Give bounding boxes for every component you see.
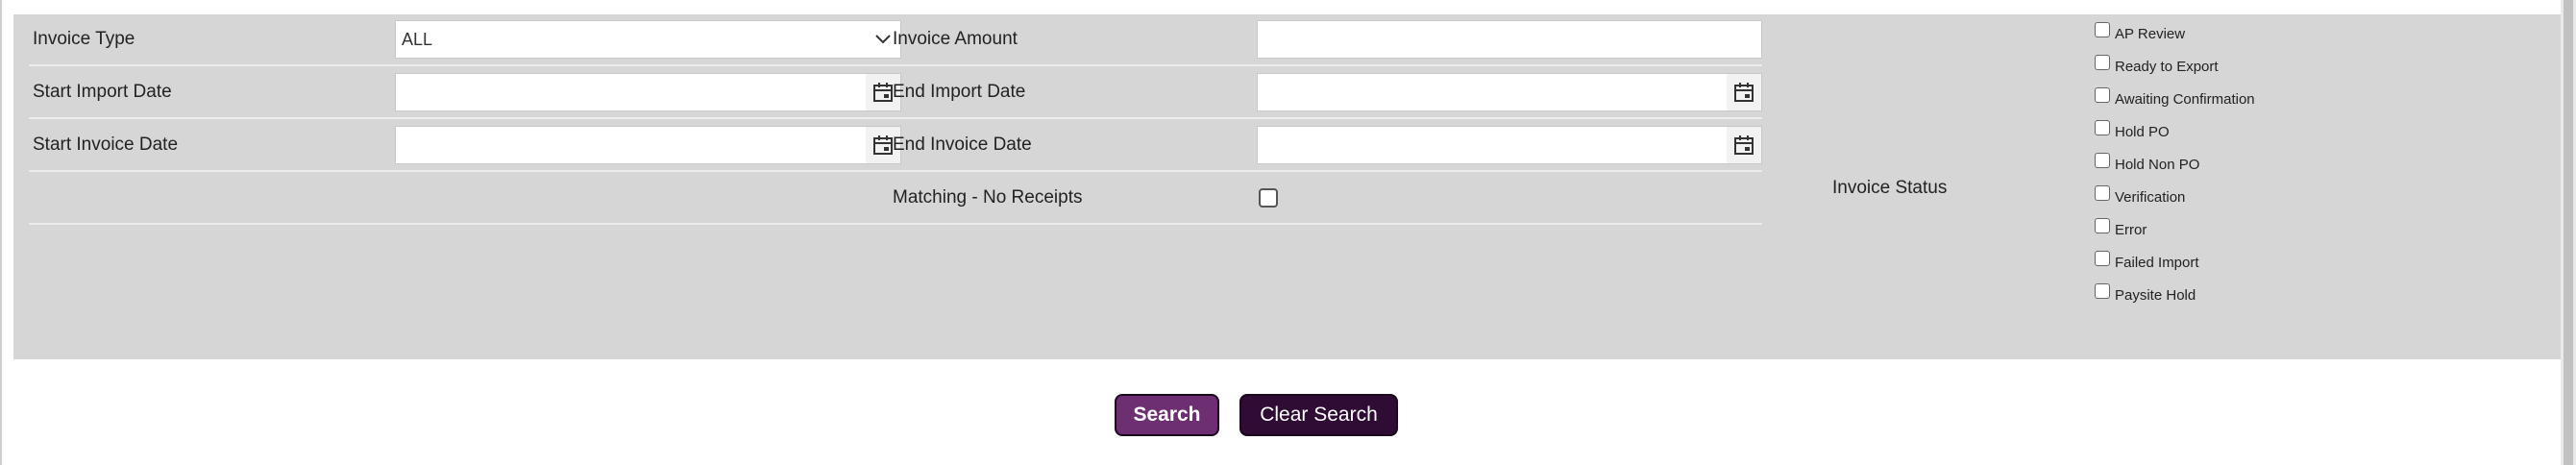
status-option-label: Hold PO xyxy=(2115,124,2170,140)
invoice-type-value: ALL xyxy=(402,30,433,49)
checkbox[interactable] xyxy=(2095,120,2110,135)
status-option-label: Error xyxy=(2115,222,2147,238)
row-divider xyxy=(29,64,1762,66)
top-strip xyxy=(13,0,2562,14)
invoice-amount-label: Invoice Amount xyxy=(893,29,1018,49)
calendar-icon[interactable] xyxy=(1727,74,1761,110)
start-invoice-date-input[interactable] xyxy=(395,126,901,164)
status-option-label: Verification xyxy=(2115,189,2186,206)
end-import-date-label: End Import Date xyxy=(893,82,1026,102)
chevron-down-icon xyxy=(875,35,891,44)
invoice-status-label: Invoice Status xyxy=(1832,178,1948,198)
end-invoice-date-input[interactable] xyxy=(1257,126,1762,164)
status-option-label: AP Review xyxy=(2115,26,2186,42)
page-border xyxy=(0,0,2,465)
invoice-type-label: Invoice Type xyxy=(33,29,135,49)
row-divider xyxy=(29,170,1762,172)
calendar-icon[interactable] xyxy=(1727,127,1761,163)
status-option-label: Paysite Hold xyxy=(2115,287,2196,304)
status-option-label: Awaiting Confirmation xyxy=(2115,91,2255,108)
invoice-amount-input[interactable] xyxy=(1257,20,1762,59)
invoice-type-select[interactable]: ALL xyxy=(395,20,901,59)
start-invoice-date-label: Start Invoice Date xyxy=(33,135,179,155)
checkbox[interactable] xyxy=(2095,218,2110,233)
search-filter-panel: Invoice Type ALL Invoice Amount Start Im… xyxy=(13,14,2562,359)
checkbox[interactable] xyxy=(2095,153,2110,168)
checkbox[interactable] xyxy=(2095,22,2110,37)
checkbox[interactable] xyxy=(2095,55,2110,70)
status-option-label: Hold Non PO xyxy=(2115,157,2200,173)
end-invoice-date-label: End Invoice Date xyxy=(893,135,1032,155)
status-option-label: Failed Import xyxy=(2115,255,2199,271)
start-import-date-input[interactable] xyxy=(395,73,901,111)
row-divider xyxy=(29,223,1762,225)
scrollbar-thumb[interactable] xyxy=(2564,0,2573,465)
checkbox[interactable] xyxy=(2095,185,2110,201)
checkbox[interactable] xyxy=(2095,283,2110,299)
status-option-label: Ready to Export xyxy=(2115,59,2219,75)
row-divider xyxy=(29,117,1762,119)
start-import-date-label: Start Import Date xyxy=(33,82,172,102)
clear-search-button[interactable]: Clear Search xyxy=(1239,394,1398,436)
matching-no-receipts-checkbox[interactable] xyxy=(1259,188,1278,208)
scrollbar[interactable] xyxy=(2561,0,2576,465)
checkbox[interactable] xyxy=(2095,87,2110,103)
matching-no-receipts-label: Matching - No Receipts xyxy=(893,187,1083,208)
checkbox[interactable] xyxy=(2095,251,2110,266)
search-button[interactable]: Search xyxy=(1115,394,1219,436)
end-import-date-input[interactable] xyxy=(1257,73,1762,111)
